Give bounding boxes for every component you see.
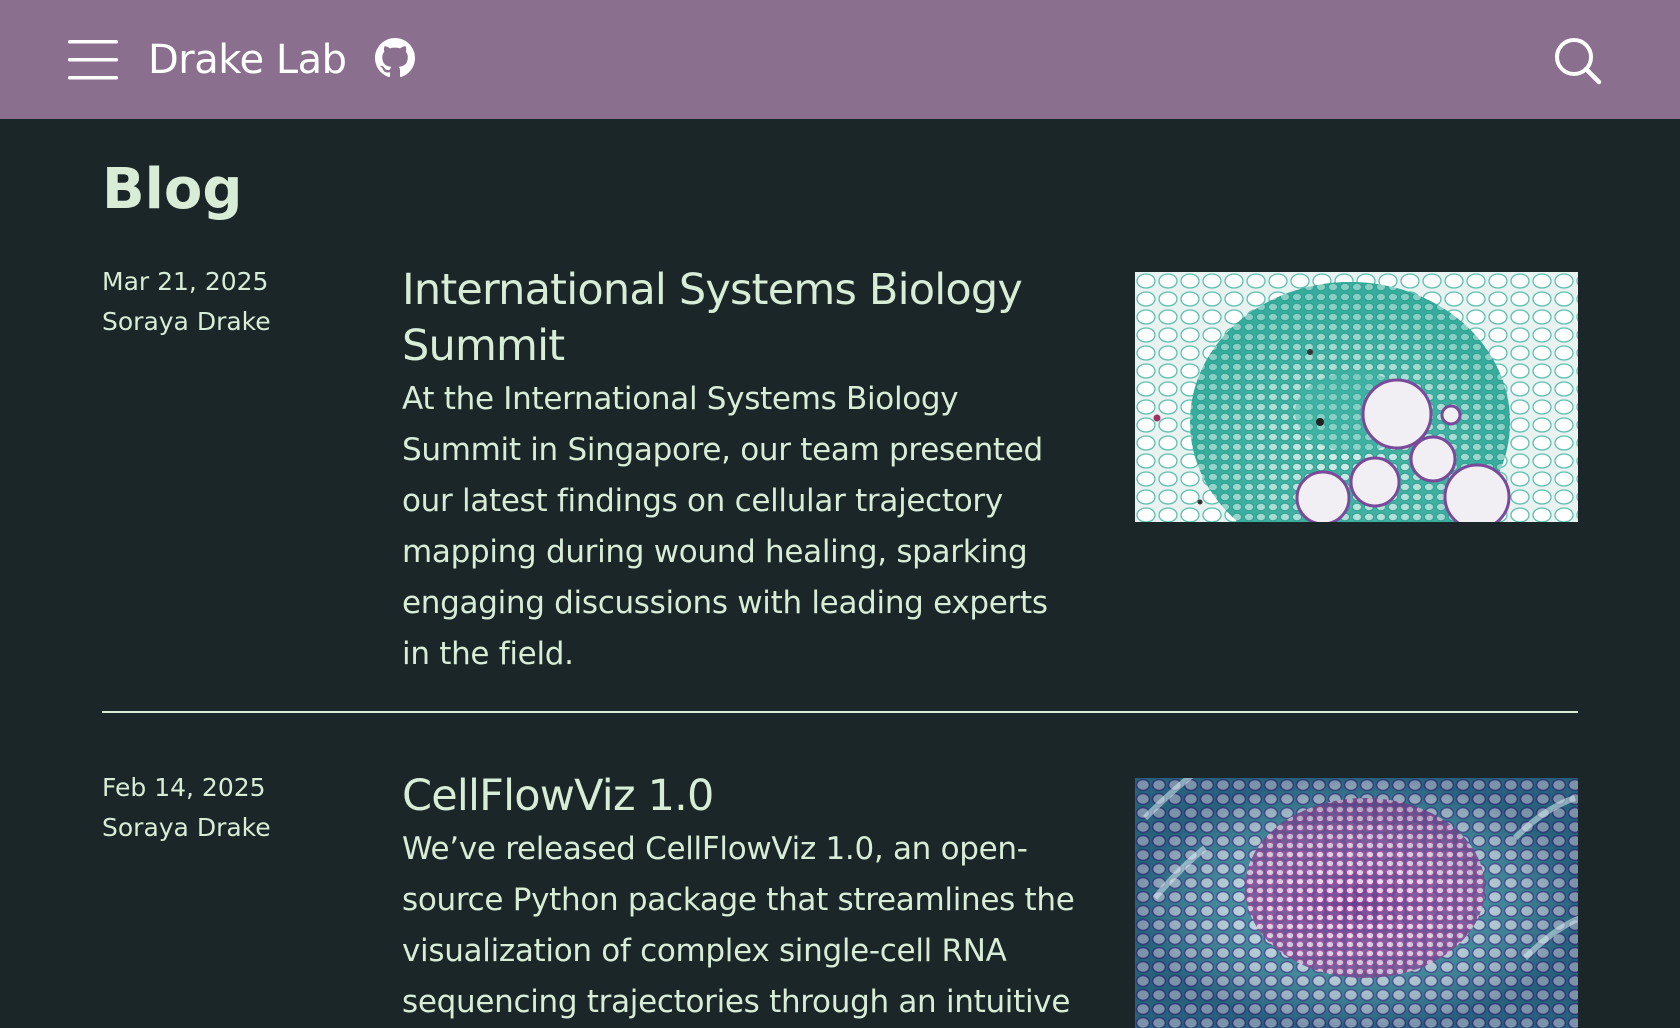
top-navbar: Drake Lab (0, 0, 1680, 119)
post-title-link[interactable]: CellFlowViz 1.0 (402, 768, 1082, 824)
github-icon[interactable] (375, 38, 415, 78)
search-icon[interactable] (1553, 36, 1603, 86)
post-meta: Feb 14, 2025 Soraya Drake (102, 768, 362, 848)
post-excerpt: At the International Systems Biology Sum… (402, 381, 1048, 672)
post-date: Mar 21, 2025 (102, 267, 269, 296)
post-body: CellFlowViz 1.0 We’ve released CellFlowV… (402, 768, 1082, 1028)
post-thumbnail-image[interactable] (1135, 778, 1578, 1028)
post-author: Soraya Drake (102, 813, 271, 842)
post-divider (102, 711, 1578, 713)
post-excerpt: We’ve released CellFlowViz 1.0, an open-… (402, 831, 1075, 1020)
page-title: Blog (102, 157, 243, 222)
post-title-link[interactable]: International Systems Biology Summit (402, 262, 1082, 374)
site-brand[interactable]: Drake Lab (148, 34, 347, 86)
post-meta: Mar 21, 2025 Soraya Drake (102, 262, 362, 342)
post-author: Soraya Drake (102, 307, 271, 336)
post-body: International Systems Biology Summit At … (402, 262, 1082, 680)
post-thumbnail-image[interactable] (1135, 272, 1578, 522)
post-date: Feb 14, 2025 (102, 773, 266, 802)
hamburger-menu-icon[interactable] (66, 38, 120, 82)
